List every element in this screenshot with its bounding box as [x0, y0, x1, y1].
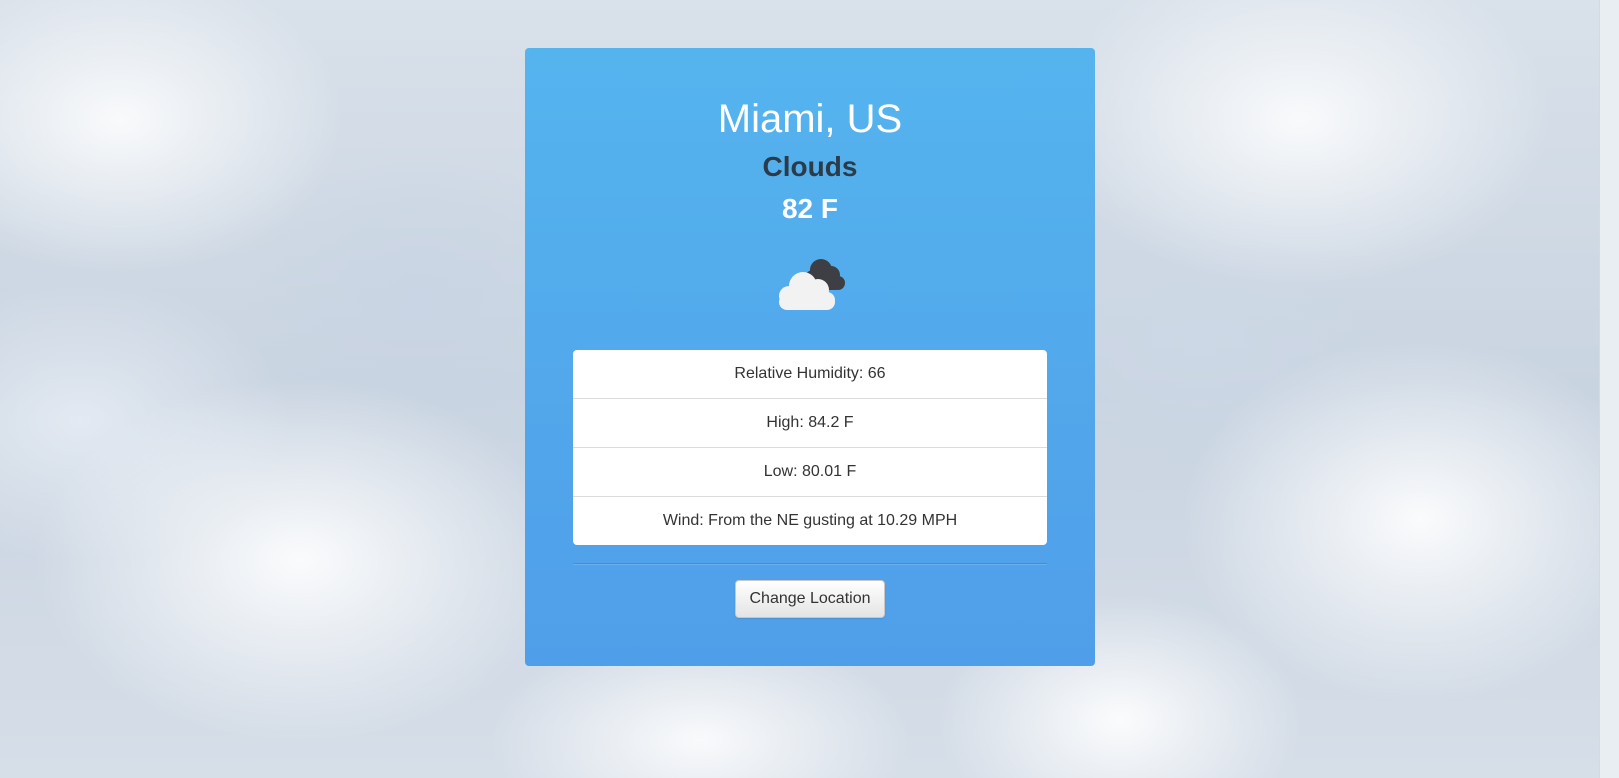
scrollbar-track[interactable]: [1599, 0, 1619, 778]
detail-wind: Wind: From the NE gusting at 10.29 MPH: [573, 496, 1047, 545]
location-title: Miami, US: [717, 97, 903, 141]
detail-low: Low: 80.01 F: [573, 447, 1047, 496]
detail-humidity: Relative Humidity: 66: [734, 365, 886, 382]
weather-card: Miami, US Clouds 82 F Relative Humidity:…: [525, 48, 1095, 666]
weather-details-list: Relative Humidity: 66 High: 84.2 F Low: …: [573, 350, 1047, 545]
weather-condition: Clouds: [762, 151, 858, 182]
temperature: 82 F: [781, 193, 839, 224]
clouds-icon: [775, 252, 847, 312]
change-location-button[interactable]: Change Location: [735, 580, 885, 618]
divider: [573, 563, 1047, 565]
detail-high: High: 84.2 F: [573, 398, 1047, 447]
page: { "weather": { "location": "Miami, US", …: [0, 0, 1619, 778]
